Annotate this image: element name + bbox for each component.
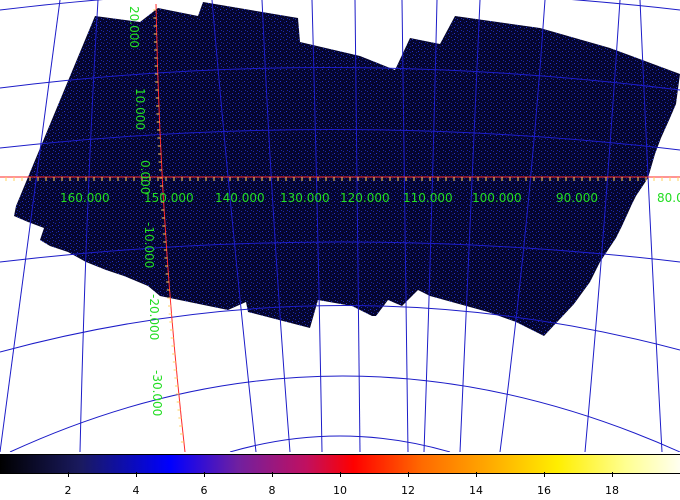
colorbar-tick — [272, 472, 273, 477]
longitude-label: 90.000 — [556, 191, 598, 205]
latitude-gridline — [0, 0, 680, 11]
longitude-label: 100.000 — [472, 191, 522, 205]
latitude-gridline — [0, 305, 680, 353]
latitude-label: 20.000 — [127, 6, 141, 48]
latitude-label: -20.000 — [147, 294, 161, 340]
longitude-label: 120.000 — [340, 191, 390, 205]
colorbar-tick-label: 18 — [605, 484, 619, 497]
longitude-labels: 160.000 150.000 140.000 130.000 120.000 … — [60, 191, 680, 205]
colorbar-tick — [136, 472, 137, 477]
longitude-label: 80.0 — [657, 191, 680, 205]
latitude-label: 10.000 — [133, 88, 147, 130]
colorbar-tick-label: 16 — [537, 484, 551, 497]
longitude-label: 140.000 — [215, 191, 265, 205]
colorbar-tick — [204, 472, 205, 477]
colorbar-tick-label: 14 — [469, 484, 483, 497]
longitude-label: 160.000 — [60, 191, 110, 205]
colorbar-tick — [340, 472, 341, 477]
latitude-gridline — [9, 375, 680, 453]
latitude-gridline — [229, 435, 451, 453]
colorbar-tick — [612, 472, 613, 477]
colorbar-tick-label: 2 — [64, 484, 72, 497]
colorbar-tick-label: 12 — [401, 484, 415, 497]
colorbar-tick — [476, 472, 477, 477]
sky-image-viewer[interactable]: 160.000 150.000 140.000 130.000 120.000 … — [0, 0, 680, 453]
latitude-label: -30.000 — [150, 370, 164, 416]
colorbar-panel: 2 4 6 8 10 12 14 16 18 — [0, 454, 680, 500]
colorbar-tick-label: 6 — [200, 484, 208, 497]
sky-map: 160.000 150.000 140.000 130.000 120.000 … — [0, 0, 680, 453]
survey-coverage — [14, 2, 680, 336]
colorbar-tick — [544, 472, 545, 477]
latitude-label: 0.000 — [138, 160, 152, 194]
colorbar[interactable] — [0, 454, 680, 474]
colorbar-tick-label: 10 — [333, 484, 347, 497]
longitude-label: 130.000 — [280, 191, 330, 205]
longitude-label: 110.000 — [403, 191, 453, 205]
colorbar-tick-label: 8 — [268, 484, 276, 497]
colorbar-tick-label: 4 — [132, 484, 140, 497]
colorbar-tick — [68, 472, 69, 477]
latitude-label: -10.000 — [142, 222, 156, 268]
survey-tile — [14, 2, 680, 336]
colorbar-tick — [408, 472, 409, 477]
